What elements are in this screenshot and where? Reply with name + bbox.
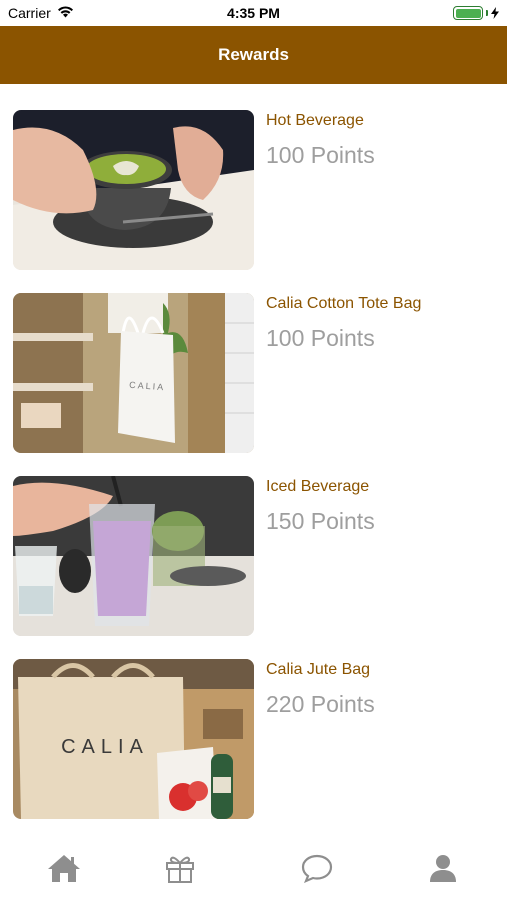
chat-icon (301, 854, 333, 883)
navigation-bar: Rewards (0, 26, 507, 84)
status-bar: Carrier 4:35 PM (0, 0, 507, 26)
battery-icon (453, 6, 483, 20)
tab-home[interactable] (40, 846, 88, 890)
reward-points: 150 Points (266, 508, 375, 534)
reward-name: Iced Beverage (266, 478, 370, 495)
reward-item[interactable]: Hot Beverage 100 Points (0, 110, 507, 280)
reward-name: Hot Beverage (266, 112, 364, 129)
status-time: 4:35 PM (227, 5, 280, 21)
reward-name: Calia Cotton Tote Bag (266, 295, 422, 312)
reward-item[interactable]: CALIA Calia Cotton Tote Bag 100 Points (0, 293, 507, 463)
reward-item[interactable]: CALIA Calia Jute Bag 220 Points (0, 659, 507, 829)
iced-drink-photo (13, 476, 254, 636)
matcha-latte-photo (13, 110, 254, 270)
tab-rewards[interactable] (156, 846, 204, 890)
page-title: Rewards (218, 45, 289, 64)
battery-indicator (453, 6, 499, 20)
tote-bag-photo: CALIA (13, 293, 254, 453)
tab-chat[interactable] (293, 846, 341, 890)
user-icon (430, 855, 456, 882)
charging-icon (491, 7, 499, 19)
battery-fill (455, 8, 481, 18)
battery-tip (486, 10, 488, 16)
reward-item[interactable]: Iced Beverage 150 Points (0, 476, 507, 646)
reward-points: 220 Points (266, 691, 375, 717)
reward-points: 100 Points (266, 142, 375, 168)
reward-points: 100 Points (266, 325, 375, 351)
tab-profile[interactable] (419, 846, 467, 890)
jute-bag-photo: CALIA (13, 659, 254, 819)
reward-name: Calia Jute Bag (266, 661, 371, 678)
gift-icon (166, 856, 194, 883)
home-icon (48, 855, 80, 882)
svg-text:CALIA: CALIA (61, 736, 149, 758)
tab-bar (0, 836, 507, 900)
